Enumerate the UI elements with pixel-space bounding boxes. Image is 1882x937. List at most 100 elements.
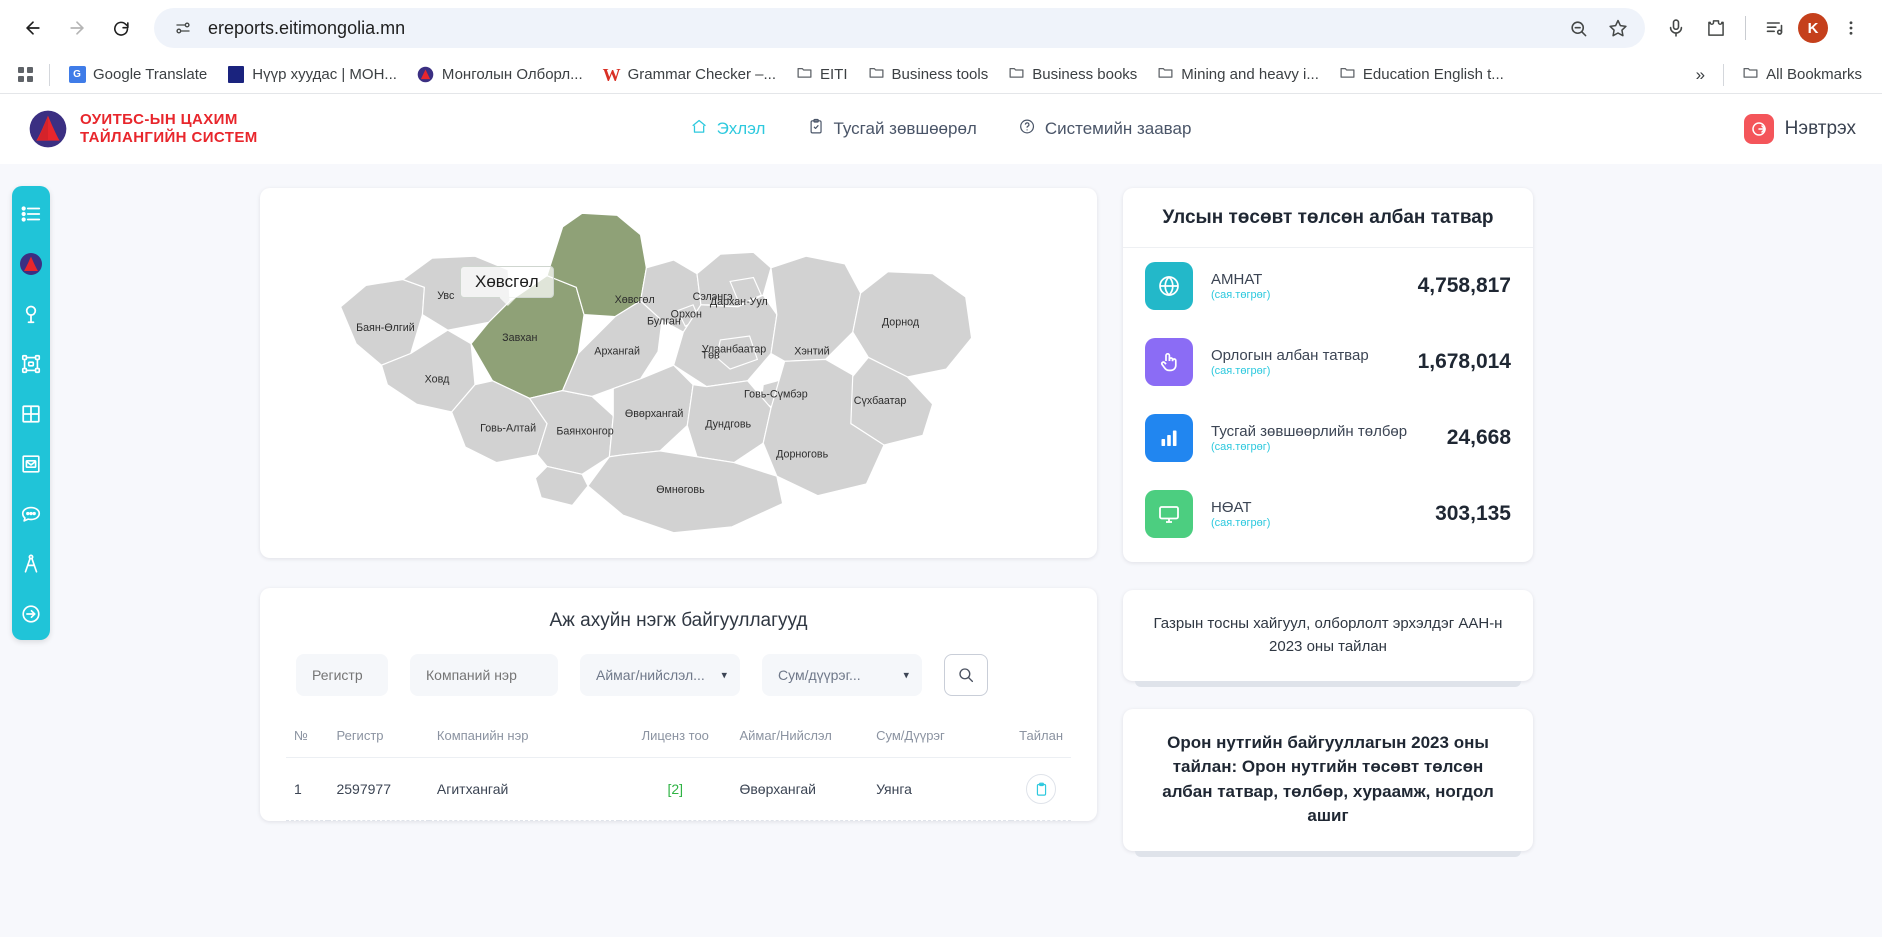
nav-label-system-guide: Системийн заавар [1045, 119, 1192, 139]
logout-arrow-icon[interactable] [17, 600, 45, 628]
brand-text: ОУИТБС-ЫН ЦАХИМ ТАЙЛАНГИЙН СИСТЕМ [80, 111, 258, 148]
map-svg-wrapper[interactable]: УвсБаян-ӨлгийХовдЗавханХөвсгөлБулганОрхо… [260, 188, 1097, 558]
bookmark-label: Mining and heavy i... [1181, 66, 1319, 83]
report-card-local-government-text: Орон нутгийн байгууллагын 2023 оны тайла… [1149, 731, 1507, 830]
word-favicon: W [603, 66, 621, 84]
bookmark-folder-mining[interactable]: Mining and heavy i... [1149, 60, 1327, 89]
bookmark-google-translate[interactable]: G Google Translate [60, 62, 215, 88]
microphone-icon[interactable] [1659, 11, 1693, 45]
brand-logo[interactable]: ОУИТБС-ЫН ЦАХИМ ТАЙЛАНГИЙН СИСТЕМ [20, 109, 258, 149]
cell-district: Уянга [868, 758, 1011, 821]
site-favicon [227, 66, 245, 84]
mongolia-map[interactable] [260, 188, 1097, 558]
all-bookmarks-button[interactable]: All Bookmarks [1734, 60, 1870, 89]
globe-icon [1145, 262, 1193, 310]
stat-value: 1,678,014 [1418, 350, 1511, 374]
kebab-menu-icon[interactable] [1834, 11, 1868, 45]
col-district[interactable]: Сум/Дүүрэг [868, 716, 1011, 758]
col-province[interactable]: Аймаг/Нийслэл [731, 716, 868, 758]
bookmarks-overflow-button[interactable]: » [1688, 63, 1713, 87]
tax-stats-title: Улсын төсөвт төлсөн албан татвар [1123, 188, 1533, 248]
login-button[interactable]: Нэвтрэх [1744, 114, 1856, 144]
bookmark-label: Business books [1032, 66, 1137, 83]
folder-icon [796, 64, 813, 85]
forward-arrow-icon[interactable] [58, 9, 96, 47]
back-arrow-icon[interactable] [14, 9, 52, 47]
bookmark-folder-eiti[interactable]: EITI [788, 60, 856, 89]
apps-grid-icon[interactable] [12, 63, 39, 86]
bookmark-mongol-home[interactable]: Нүүр хуудас | МОН... [219, 62, 405, 88]
tax-stats-card: Улсын төсөвт төлсөн албан татвар АМНАТ (… [1123, 188, 1533, 562]
register-input[interactable] [296, 654, 388, 696]
district-select[interactable]: Сум/дүүрэг... [762, 654, 922, 696]
eiti-favicon [417, 66, 435, 84]
map-tooltip: Хөвсгөл [460, 266, 554, 298]
company-name-input[interactable] [410, 654, 558, 696]
province-dundgovi [687, 381, 771, 463]
stat-row-vat[interactable]: НӨАТ (сая.төгрөг) 303,135 [1123, 476, 1533, 562]
report-card-petroleum[interactable]: Газрын тосны хайгуул, олборлолт эрхэлдэг… [1123, 590, 1533, 681]
bookmark-folder-education[interactable]: Education English t... [1331, 60, 1512, 89]
url-text[interactable]: ereports.eitimongolia.mn [198, 18, 1561, 39]
mongolia-map-card: УвсБаян-ӨлгийХовдЗавханХөвсгөлБулганОрхо… [260, 188, 1097, 558]
grid-icon[interactable] [17, 400, 45, 428]
compass-divider-icon[interactable] [17, 550, 45, 578]
location-pin-icon[interactable] [17, 300, 45, 328]
folder-icon [1339, 64, 1356, 85]
table-row[interactable]: 1 2597977 Агитхангай [2] Өвөрхангай Уянг… [286, 758, 1071, 821]
search-icon [957, 666, 975, 684]
province-khentii [771, 256, 861, 361]
stat-row-income-tax[interactable]: Орлогын албан татвар (сая.төгрөг) 1,678,… [1123, 324, 1533, 400]
network-nodes-icon[interactable] [17, 350, 45, 378]
nav-item-special-license[interactable]: Тусгай зөвшөөрөл [807, 118, 976, 140]
clipboard-icon[interactable] [1026, 774, 1056, 804]
nav-item-system-guide[interactable]: Системийн заавар [1019, 118, 1192, 140]
nav-item-home[interactable]: Эхлэл [691, 118, 766, 140]
report-card-local-government[interactable]: Орон нутгийн байгууллагын 2023 оны тайла… [1123, 709, 1533, 852]
bookmark-label: Education English t... [1363, 66, 1504, 83]
col-company[interactable]: Компанийн нэр [429, 716, 619, 758]
stat-row-amnat[interactable]: АМНАТ (сая.төгрөг) 4,758,817 [1123, 248, 1533, 324]
province-select[interactable]: Аймаг/нийслэл... [580, 654, 740, 696]
folder-icon [868, 64, 885, 85]
extensions-icon[interactable] [1699, 11, 1733, 45]
chat-bubble-icon[interactable] [17, 500, 45, 528]
search-button[interactable] [944, 654, 988, 696]
stat-name: Орлогын албан татвар [1211, 347, 1369, 364]
col-no[interactable]: № [286, 716, 328, 758]
bookmark-label: EITI [820, 66, 848, 83]
left-column: УвсБаян-ӨлгийХовдЗавханХөвсгөлБулганОрхо… [260, 188, 1097, 937]
address-bar[interactable]: ereports.eitimongolia.mn [154, 8, 1645, 48]
col-license-count[interactable]: Лиценз тоо [619, 716, 732, 758]
stat-row-license-fee[interactable]: Тусгай зөвшөөрлийн төлбөр (сая.төгрөг) 2… [1123, 400, 1533, 476]
reading-list-icon[interactable] [1758, 11, 1792, 45]
help-circle-icon [1019, 118, 1036, 140]
folder-icon [1157, 64, 1174, 85]
col-register[interactable]: Регистр [328, 716, 428, 758]
bookmark-grammar-checker[interactable]: W Grammar Checker –... [595, 62, 784, 88]
stat-unit: (сая.төгрөг) [1211, 365, 1400, 377]
stat-name: Тусгай зөвшөөрлийн төлбөр [1211, 423, 1407, 440]
province-omnogovi [588, 451, 783, 533]
left-sidebar [12, 186, 50, 640]
zoom-out-icon[interactable] [1561, 11, 1595, 45]
eiti-logo-icon [28, 109, 68, 149]
star-icon[interactable] [1601, 11, 1635, 45]
bookmark-mongolian-mining[interactable]: Монголын Олборл... [409, 62, 591, 88]
profile-avatar[interactable]: K [1798, 13, 1828, 43]
site-settings-icon[interactable] [168, 13, 198, 43]
col-report[interactable]: Тайлан [1011, 716, 1071, 758]
bar-chart-icon [1145, 414, 1193, 462]
bookmarks-divider [49, 64, 50, 86]
site-nav: Эхлэл Тусгай зөвшөөрөл Системийн заавар [691, 118, 1192, 140]
bookmark-folder-business-tools[interactable]: Business tools [860, 60, 997, 89]
reload-icon[interactable] [102, 9, 140, 47]
page-root: ОУИТБС-ЫН ЦАХИМ ТАЙЛАНГИЙН СИСТЕМ Эхлэл … [0, 94, 1882, 937]
eiti-logo-icon[interactable] [17, 250, 45, 278]
folder-icon [1008, 64, 1025, 85]
list-icon[interactable] [17, 200, 45, 228]
report-card-petroleum-text: Газрын тосны хайгуул, олборлолт эрхэлдэг… [1149, 612, 1507, 659]
bookmark-folder-business-books[interactable]: Business books [1000, 60, 1145, 89]
cell-license-count[interactable]: [2] [619, 758, 732, 821]
mail-box-icon[interactable] [17, 450, 45, 478]
